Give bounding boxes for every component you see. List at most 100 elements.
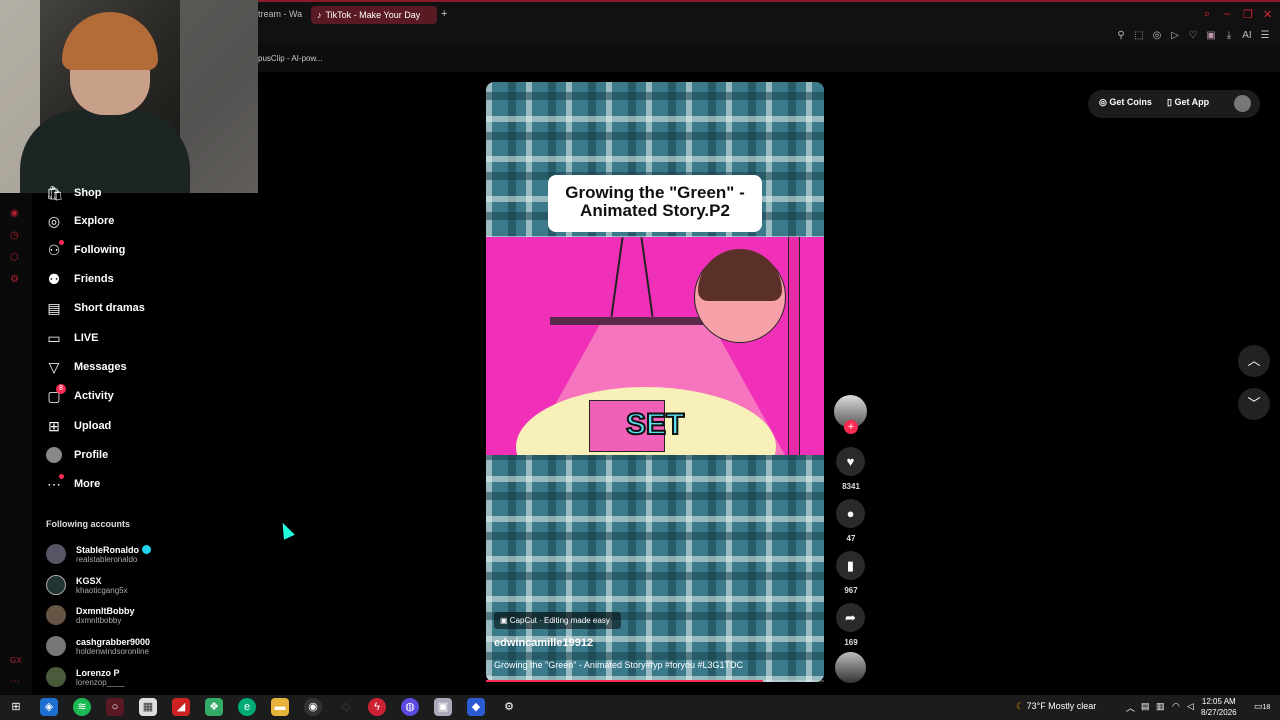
app-icon[interactable]: ⚙	[500, 698, 518, 716]
app-icon[interactable]: ◆	[467, 698, 485, 716]
app-icon[interactable]: ϟ	[368, 698, 386, 716]
user-avatar[interactable]	[1234, 95, 1251, 112]
sidebar-item-following[interactable]: ⚇ Following	[46, 240, 125, 260]
restore-button[interactable]: ❐	[1243, 8, 1253, 21]
menu-icon[interactable]: ☰	[1260, 30, 1270, 41]
get-coins-button[interactable]: ◎ Get Coins	[1099, 97, 1152, 108]
sidebar-item-activity[interactable]: ▢ Activity 8	[46, 384, 114, 406]
ai-icon[interactable]: AI	[1242, 30, 1252, 41]
get-app-button[interactable]: ▯ Get App	[1167, 97, 1209, 108]
chevron-down-icon: ﹀	[1247, 396, 1261, 411]
app-icon[interactable]: ◢	[172, 698, 190, 716]
volume-icon[interactable]: ◁	[1187, 701, 1194, 712]
avatar	[46, 667, 66, 687]
strip-play-icon[interactable]: ◉	[10, 208, 19, 219]
sidebar-item-profile[interactable]: Profile	[46, 445, 108, 465]
sidebar-item-live[interactable]: ▭ LIVE	[46, 328, 98, 348]
progress-fill	[486, 680, 764, 682]
account-item[interactable]: Lorenzo Plorenzop____	[46, 665, 124, 689]
notification-icon[interactable]: ▭18	[1254, 701, 1270, 712]
video-author[interactable]: edwincamille19912	[494, 637, 593, 649]
sidebar-item-explore[interactable]: ◎ Explore	[46, 211, 114, 231]
file-explorer-icon[interactable]: ▬	[271, 698, 289, 716]
heart-icon[interactable]: ♡	[1188, 30, 1198, 41]
share-count: 169	[844, 638, 858, 647]
strip-gx-icon[interactable]: GX	[10, 656, 22, 665]
download-icon[interactable]: ⤓	[1224, 30, 1234, 41]
app-icon[interactable]: ◍	[401, 698, 419, 716]
tab-tiktok[interactable]: ♪ TikTok - Make Your Day	[311, 6, 437, 24]
video-title-card: Growing the "Green" - Animated Story.P2	[548, 175, 762, 232]
edge-icon[interactable]: e	[238, 698, 256, 716]
sidebar-item-shop[interactable]: 🛍 Shop	[46, 183, 102, 203]
pin-icon[interactable]: ⚲	[1116, 30, 1126, 41]
mouse-cursor-icon	[277, 520, 295, 540]
sidebar-item-more[interactable]: ⋯ More	[46, 474, 100, 494]
system-clock[interactable]: 12:05 AM 8/27/2026	[1201, 696, 1237, 718]
video-caption: Growing the "Green" - Animated Story#fyp…	[494, 660, 744, 670]
sidebar-item-friends[interactable]: ⚉ Friends	[46, 269, 114, 289]
tab-tiktok-label: TikTok - Make Your Day	[325, 10, 421, 20]
bookmarks-bar	[258, 44, 1280, 72]
play-icon[interactable]: ▷	[1170, 30, 1180, 41]
next-video-button[interactable]: ﹀	[1238, 388, 1270, 420]
new-tab-button[interactable]: +	[441, 8, 447, 20]
steam-icon[interactable]: ◉	[304, 698, 322, 716]
follow-plus-icon[interactable]: +	[844, 420, 858, 434]
wifi-icon[interactable]: ◠	[1172, 701, 1180, 712]
search-icon[interactable]: ⌕	[1204, 8, 1210, 21]
webcam-overlay	[0, 0, 258, 193]
save-button[interactable]: ▮	[836, 551, 865, 580]
windows-start-icon[interactable]: ⊞	[7, 698, 25, 716]
toolbar-icons: ⚲ ⬚ ◎ ▷ ♡ ▣ ⤓ AI ☰	[1116, 30, 1270, 41]
sidebar-item-messages[interactable]: ▽ Messages	[46, 357, 127, 377]
sidebar-item-label: Friends	[74, 273, 114, 285]
upload-icon: ⊞	[48, 417, 60, 434]
strip-more-icon[interactable]: ⋯	[10, 676, 20, 687]
app-icon[interactable]: ◇	[337, 698, 355, 716]
like-button[interactable]: ♥	[836, 447, 865, 476]
sidebar-item-label: Explore	[74, 215, 115, 227]
coin-icon: ◎	[1099, 97, 1110, 107]
minimize-button[interactable]: –	[1224, 8, 1230, 20]
avatar	[46, 575, 66, 595]
comment-button[interactable]: ●	[836, 499, 865, 528]
crop-icon[interactable]: ⬚	[1134, 30, 1144, 41]
activity-badge: 8	[56, 384, 66, 394]
notification-dot	[59, 240, 64, 245]
strip-history-icon[interactable]: ◷	[10, 230, 19, 241]
weather-widget[interactable]: ☾ 73°F Mostly clear	[1016, 701, 1096, 712]
app-icon[interactable]: ❖	[205, 698, 223, 716]
sidebar-item-short-dramas[interactable]: ▤ Short dramas	[46, 298, 145, 318]
close-button[interactable]: ✕	[1263, 8, 1272, 21]
calendar-icon[interactable]: ▦	[139, 698, 157, 716]
strip-settings-icon[interactable]: ⚙	[10, 274, 19, 285]
account-item[interactable]: KGSX khaoticgang5x	[46, 573, 128, 597]
account-item[interactable]: StableRonaldo realstableronaldo	[46, 542, 152, 566]
heart-icon: ♥	[846, 454, 855, 469]
tray-icon[interactable]: ▤	[1141, 701, 1150, 712]
previous-video-button[interactable]: ︿	[1238, 345, 1270, 377]
account-name: KGSX	[76, 575, 102, 586]
app-icon[interactable]: ▣	[434, 698, 452, 716]
bookmark-opusclip[interactable]: pusClip - AI-pow...	[258, 54, 322, 63]
sidebar-item-upload[interactable]: ⊞ Upload	[46, 416, 111, 436]
account-item[interactable]: cashgrabber9000 holdenwindsoronline	[46, 634, 150, 658]
share-button[interactable]: ➦	[836, 603, 865, 632]
video-progress-bar[interactable]	[486, 680, 824, 682]
spotify-icon[interactable]: ≋	[73, 698, 91, 716]
music-disc[interactable]	[835, 652, 866, 683]
capcut-link[interactable]: ▣ CapCut · Editing made easy	[494, 612, 621, 629]
tab-previous[interactable]: tream - Wa	[258, 9, 302, 19]
tray-chevron-icon[interactable]: ︿	[1126, 701, 1135, 714]
account-item[interactable]: DxmnltBobby dxmnltbobby	[46, 603, 135, 627]
tray-icon[interactable]: ▥	[1156, 701, 1165, 712]
account-handle: lorenzop____	[76, 677, 125, 687]
app-icon[interactable]: ◈	[40, 698, 58, 716]
share-icon: ➦	[845, 610, 856, 625]
chevron-up-icon: ︿	[1247, 353, 1261, 368]
strip-extension-icon[interactable]: ⬡	[10, 252, 19, 263]
opera-gx-icon[interactable]: ○	[106, 698, 124, 716]
extension-icon[interactable]: ▣	[1206, 30, 1216, 41]
camera-icon[interactable]: ◎	[1152, 30, 1162, 41]
